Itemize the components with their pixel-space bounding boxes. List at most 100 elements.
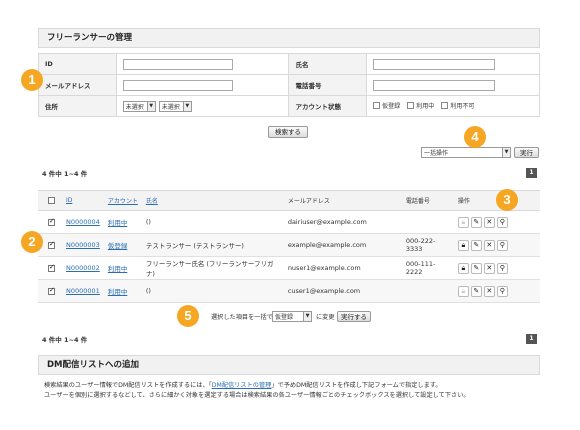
row-checkbox[interactable] xyxy=(48,217,55,226)
dm-section-title: DM配信リストへの追加 xyxy=(38,355,540,375)
status-option-active[interactable]: 利用中 xyxy=(407,101,434,110)
lock-icon[interactable]: 🔒︎ xyxy=(457,216,469,228)
lock-icon[interactable]: 🔒︎ xyxy=(457,262,469,274)
row-name: () xyxy=(141,279,284,303)
checkbox[interactable] xyxy=(441,102,449,109)
phone-input[interactable] xyxy=(373,79,496,91)
dm-note-text: 検索結果のユーザー情報でDM配信リストを作成するには、「 xyxy=(44,382,212,389)
row-checkbox[interactable] xyxy=(48,286,55,295)
status-option-provisional[interactable]: 仮登録 xyxy=(373,101,400,110)
table-row: N0000003 仮登録 テストランサー (テストランサー) example@e… xyxy=(38,233,540,257)
row-phone: 000-222-3333 xyxy=(401,233,454,257)
search-icon[interactable]: ⚲ xyxy=(496,285,508,297)
email-label: メールアドレス xyxy=(38,74,117,96)
search-icon[interactable]: ⚲ xyxy=(496,239,508,251)
row-phone xyxy=(401,210,454,234)
row-phone: 000-111-2222 xyxy=(401,256,454,280)
phone-header: 電話番号 xyxy=(401,190,454,211)
row-name: テストランサー (テストランサー) xyxy=(141,233,284,257)
chevron-down-icon: ▼ xyxy=(502,148,510,157)
checkbox[interactable] xyxy=(373,102,381,109)
chevron-down-icon: ▼ xyxy=(303,312,311,321)
lock-icon[interactable]: 🔒︎ xyxy=(457,239,469,251)
result-count: 4 件中 1~4 件 xyxy=(42,170,88,178)
email-input[interactable] xyxy=(122,79,233,91)
select-all-checkbox[interactable] xyxy=(48,197,55,204)
row-id-link[interactable]: N0000004 xyxy=(66,218,100,226)
prefecture-select[interactable]: 未選択 ▼ xyxy=(122,100,156,112)
callout-badge: 4 xyxy=(464,126,486,148)
row-name: フリーランサー氏名 (フリーランサーフリガナ) xyxy=(141,256,284,280)
row-id-link[interactable]: N0000001 xyxy=(66,287,100,295)
status-option-label: 仮登録 xyxy=(382,103,401,110)
email-header: メールアドレス xyxy=(283,190,402,211)
status-option-disabled[interactable]: 利用不可 xyxy=(441,101,474,110)
results-table: ID アカウント 氏名 メールアドレス 電話番号 操作 N0000004 利用中… xyxy=(38,190,540,303)
lock-icon[interactable]: 🔒︎ xyxy=(457,285,469,297)
edit-icon[interactable]: ✎ xyxy=(470,216,482,228)
phone-label: 電話番号 xyxy=(288,74,368,96)
chevron-down-icon: ▼ xyxy=(182,101,191,111)
chevron-down-icon: ▼ xyxy=(146,101,155,111)
table-row: N0000001 利用中 () cuser1@example.com 🔒︎✎✕⚲ xyxy=(38,279,540,303)
row-email: dairiuser@example.com xyxy=(283,210,402,234)
city-value: 未選択 xyxy=(161,103,180,111)
dm-list-manage-link[interactable]: DM配信リストの管理 xyxy=(212,382,272,389)
name-input[interactable] xyxy=(373,58,496,70)
sort-id-link[interactable]: ID xyxy=(66,197,72,204)
change-run-button[interactable]: 実行する xyxy=(337,311,371,322)
row-status-link[interactable]: 利用中 xyxy=(108,265,128,273)
name-label: 氏名 xyxy=(288,53,368,75)
page-number-bottom[interactable]: 1 xyxy=(526,334,537,344)
dm-note-line1: 検索結果のユーザー情報でDM配信リストを作成するには、「DM配信リストの管理」で… xyxy=(44,380,442,389)
row-email: cuser1@example.com xyxy=(283,279,402,303)
edit-icon[interactable]: ✎ xyxy=(470,262,482,274)
row-checkbox[interactable] xyxy=(48,263,55,272)
status-label: アカウント状態 xyxy=(288,95,368,117)
change-status-value: 仮登録 xyxy=(275,314,294,321)
row-name: () xyxy=(141,210,284,234)
status-option-label: 利用不可 xyxy=(450,103,475,110)
row-id-link[interactable]: N0000002 xyxy=(66,264,100,272)
change-prefix: 選択した項目を一括で xyxy=(211,314,273,321)
bulk-action-value: 一括操作 xyxy=(424,150,449,157)
row-status-link[interactable]: 仮登録 xyxy=(108,242,128,250)
row-checkbox[interactable] xyxy=(48,240,55,249)
delete-icon[interactable]: ✕ xyxy=(483,285,495,297)
result-count-bottom: 4 件中 1~4 件 xyxy=(42,336,88,344)
delete-icon[interactable]: ✕ xyxy=(483,262,495,274)
delete-icon[interactable]: ✕ xyxy=(483,216,495,228)
edit-icon[interactable]: ✎ xyxy=(470,239,482,251)
prefecture-value: 未選択 xyxy=(125,103,144,111)
id-label: ID xyxy=(38,53,117,75)
search-form: ID 氏名 メールアドレス 電話番号 住所 未選択 ▼ 未選択 ▼ アカウント状態 仮… xyxy=(38,53,540,117)
row-status-link[interactable]: 利用中 xyxy=(108,288,128,296)
edit-icon[interactable]: ✎ xyxy=(470,285,482,297)
dm-note-text: 」で予めDM配信リストを作成し下記フォームで指定します。 xyxy=(271,382,442,389)
search-icon[interactable]: ⚲ xyxy=(496,216,508,228)
delete-icon[interactable]: ✕ xyxy=(483,239,495,251)
callout-badge: 2 xyxy=(21,231,43,253)
table-row: N0000002 利用中 フリーランサー氏名 (フリーランサーフリガナ) nus… xyxy=(38,256,540,280)
dm-note-line2: ユーザーを個別に選択するなどして、さらに細かく対象を選定する場合は検索結果の各ユ… xyxy=(44,392,470,399)
city-select[interactable]: 未選択 ▼ xyxy=(158,100,192,112)
change-status-select[interactable]: 仮登録 ▼ xyxy=(272,311,312,322)
search-button[interactable]: 検索する xyxy=(268,126,308,138)
address-label: 住所 xyxy=(38,95,117,117)
sort-account-link[interactable]: アカウント xyxy=(108,198,138,205)
row-email: example@example.com xyxy=(283,233,402,257)
id-input[interactable] xyxy=(122,58,233,70)
status-option-label: 利用中 xyxy=(416,103,435,110)
row-email: nuser1@example.com xyxy=(283,256,402,280)
change-suffix: に変更 xyxy=(316,314,335,321)
row-phone xyxy=(401,279,454,303)
checkbox[interactable] xyxy=(407,102,415,109)
bulk-run-button[interactable]: 実行 xyxy=(514,147,539,158)
sort-name-link[interactable]: 氏名 xyxy=(146,198,158,205)
page-number[interactable]: 1 xyxy=(526,168,537,178)
bulk-action-select[interactable]: 一括操作 ▼ xyxy=(421,147,511,158)
row-id-link[interactable]: N0000003 xyxy=(66,241,100,249)
row-status-link[interactable]: 利用中 xyxy=(108,219,128,227)
page-title: フリーランサーの管理 xyxy=(38,28,540,48)
search-icon[interactable]: ⚲ xyxy=(496,262,508,274)
